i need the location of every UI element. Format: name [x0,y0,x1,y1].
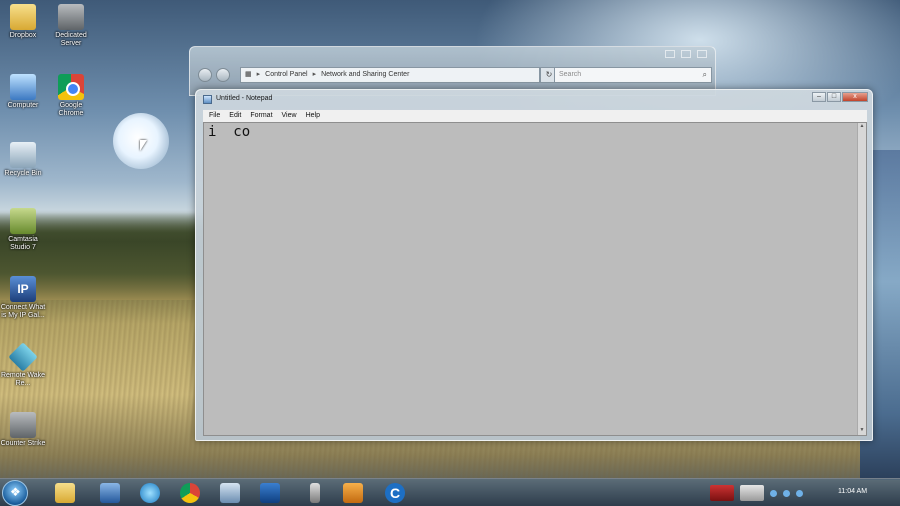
breadcrumb-control-panel[interactable]: Control Panel [265,68,307,82]
back-button[interactable] [198,68,212,82]
desktop-icon-remote-wake[interactable]: Remote Wake Re... [0,342,46,388]
system-tray [710,482,850,504]
taskbar-window-icon[interactable] [220,483,240,503]
maximize-button[interactable] [681,50,691,58]
tray-record-icon[interactable] [710,485,734,501]
desktop-icon-camtasia[interactable]: Camtasia Studio 7 [0,208,46,252]
tray-volume-icon[interactable] [783,489,790,497]
control-panel-icon: ▦ [245,71,252,78]
taskbar-monitor-icon[interactable] [260,483,280,503]
minimize-button[interactable] [665,50,675,58]
menu-bar: File Edit Format View Help [203,110,867,122]
vertical-scrollbar[interactable]: ▲ ▼ [857,123,866,435]
taskbar-c-app-icon[interactable]: C [385,483,405,503]
scroll-up-icon[interactable]: ▲ [858,123,866,131]
scroll-down-icon[interactable]: ▼ [858,427,866,435]
notepad-icon [203,95,212,104]
search-input[interactable]: Search ⌕ [554,67,712,83]
ip-icon: IP [10,276,36,302]
window-title: Untitled - Notepad [216,95,273,102]
desktop-icon-chrome[interactable]: Google Chrome [48,74,94,118]
forward-button[interactable] [216,68,230,82]
desktop-icon-counter-strike[interactable]: Counter Strike [0,412,46,448]
menu-edit[interactable]: Edit [225,110,245,122]
taskbar-media-player-icon[interactable] [100,483,120,503]
camtasia-icon [10,208,36,234]
start-button[interactable] [2,480,28,506]
taskbar-clock[interactable]: 11:04 AM [838,488,867,495]
recycle-bin-icon [10,142,36,168]
desktop-icon-recycle-bin[interactable]: Recycle Bin [0,142,46,178]
taskbar-play-icon[interactable] [343,483,363,503]
counter-strike-icon [10,412,36,438]
remote-wake-icon [8,342,38,372]
explorer-caption-buttons [665,50,707,58]
desktop-icon-dropbox[interactable]: Dropbox [0,4,46,40]
folder-icon [10,4,36,30]
desktop-icon-computer[interactable]: Computer [0,74,46,110]
tray-network-icon[interactable] [770,489,777,497]
menu-help[interactable]: Help [302,110,324,122]
chrome-icon [58,74,84,100]
notepad-window[interactable]: Untitled - Notepad – □ x File Edit Forma… [195,89,873,441]
address-bar[interactable]: ▦ ▸ Control Panel ▸ Network and Sharing … [240,67,540,83]
tray-app-icon[interactable] [740,485,764,501]
maximize-button[interactable]: □ [827,92,841,102]
menu-file[interactable]: File [205,110,224,122]
taskbar: C 11:04 AM [0,478,900,506]
menu-view[interactable]: View [278,110,301,122]
taskbar-internet-explorer-icon[interactable] [140,483,160,503]
taskbar-explorer-icon[interactable] [55,483,75,503]
tray-flag-icon[interactable] [796,489,803,497]
menu-format[interactable]: Format [246,110,276,122]
taskbar-microphone-icon[interactable] [310,483,320,503]
chevron-right-icon: ▸ [312,71,317,78]
computer-icon [10,74,36,100]
desktop-icon-what-is-my-ip[interactable]: IP Connect What is My IP Gal... [0,276,46,320]
taskbar-chrome-icon[interactable] [180,483,200,503]
text-editor-area[interactable]: i co ▲ ▼ [203,122,867,436]
mouse-cursor-icon [140,140,147,151]
window-controls: – □ x [812,92,868,102]
close-button[interactable]: x [842,92,868,102]
search-icon: ⌕ [702,70,707,79]
chevron-right-icon: ▸ [256,71,261,78]
counter-strike-icon [58,4,84,30]
breadcrumb-network-sharing[interactable]: Network and Sharing Center [321,68,409,82]
desktop-icon-dedicated-server[interactable]: Dedicated Server [48,4,94,48]
minimize-button[interactable]: – [812,92,826,102]
close-button[interactable] [697,50,707,58]
editor-content[interactable]: i co [208,124,250,140]
